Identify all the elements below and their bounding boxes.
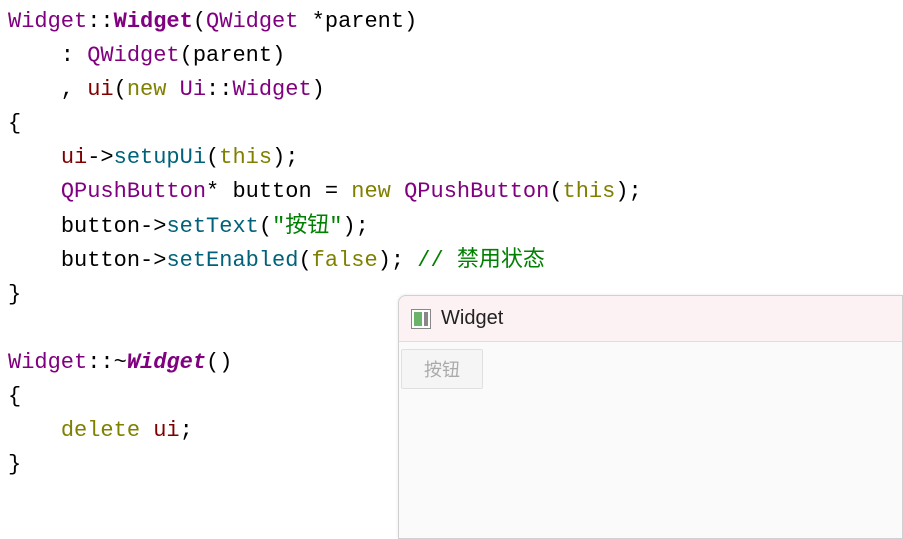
code-line: { (8, 111, 21, 136)
code-line: QPushButton* button = new QPushButton(th… (8, 179, 642, 204)
code-line: delete ui; (8, 418, 193, 443)
code-line: Widget::~Widget() (8, 350, 232, 375)
code-line: { (8, 384, 21, 409)
code-line: button->setEnabled(false); // 禁用状态 (8, 248, 545, 273)
code-line: : QWidget(parent) (8, 43, 285, 68)
code-line: } (8, 282, 21, 307)
window-titlebar[interactable]: Widget (399, 296, 902, 342)
code-line: , ui(new Ui::Widget) (8, 77, 325, 102)
code-line: ui->setupUi(this); (8, 145, 298, 170)
code-line: button->setText("按钮"); (8, 214, 369, 239)
code-line: Widget::Widget(QWidget *parent) (8, 9, 417, 34)
disabled-button: 按钮 (401, 349, 483, 389)
widget-window[interactable]: Widget 按钮 (398, 295, 903, 539)
app-icon (411, 309, 431, 329)
code-line: } (8, 452, 21, 477)
window-title: Widget (441, 307, 503, 330)
window-client-area: 按钮 (399, 342, 902, 394)
